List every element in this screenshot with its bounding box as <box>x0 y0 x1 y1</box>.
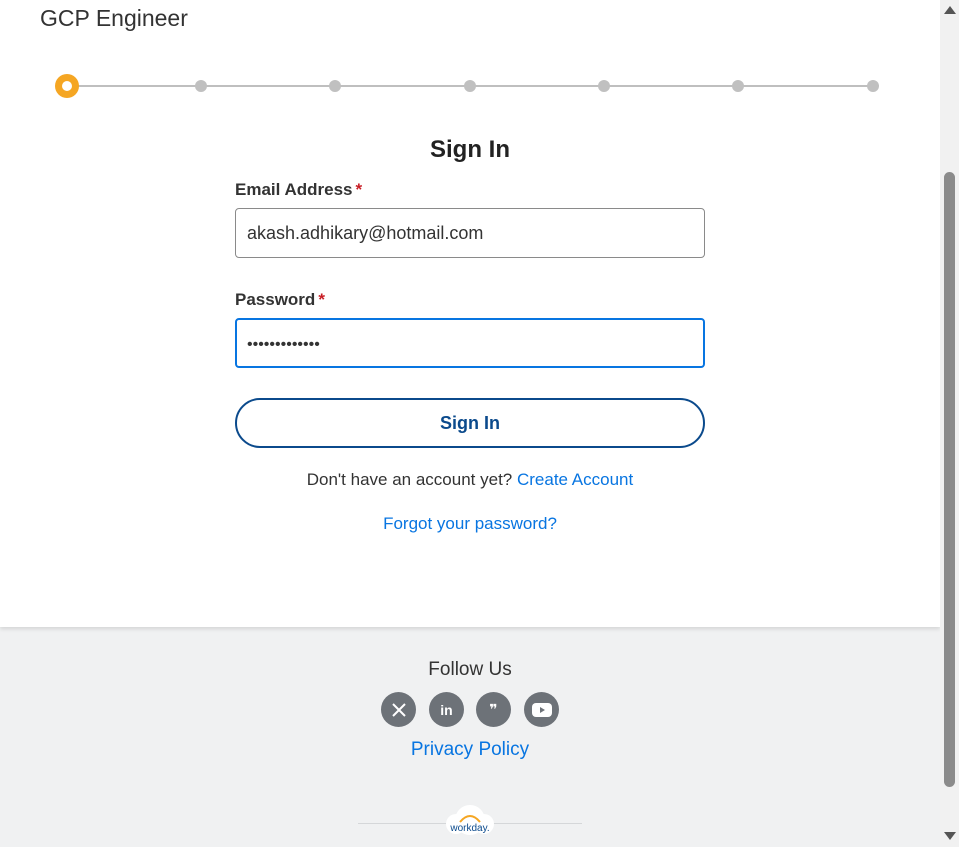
privacy-row: Privacy Policy <box>0 739 940 761</box>
x-icon[interactable] <box>381 692 416 727</box>
step-1-current <box>55 74 79 98</box>
email-label-text: Email Address <box>235 180 353 199</box>
x-glyph <box>391 702 406 717</box>
job-title: GCP Engineer <box>40 5 188 31</box>
create-account-link[interactable]: Create Account <box>517 470 633 489</box>
follow-us-heading: Follow Us <box>428 659 512 680</box>
vertical-scrollbar[interactable] <box>940 0 959 847</box>
workday-logo-text: workday. <box>449 823 489 834</box>
email-input[interactable]: akash.adhikary@hotmail.com <box>235 208 705 258</box>
workday-logo: workday. <box>446 805 494 835</box>
page-viewport: GCP Engineer Sign In Email Address * akas… <box>0 0 940 847</box>
linkedin-icon[interactable]: in <box>429 692 464 727</box>
password-input[interactable]: ••••••••••••• <box>235 318 705 368</box>
forgot-password-row: Forgot your password? <box>0 514 940 534</box>
step-3 <box>329 80 341 92</box>
signin-card: GCP Engineer Sign In Email Address * akas… <box>0 0 940 627</box>
step-7 <box>867 80 879 92</box>
step-5 <box>598 80 610 92</box>
linkedin-glyph: in <box>440 701 453 718</box>
youtube-icon[interactable] <box>524 692 559 727</box>
required-marker: * <box>355 180 363 199</box>
password-value: ••••••••••••• <box>247 336 320 353</box>
step-4 <box>464 80 476 92</box>
create-account-row: Don't have an account yet? Create Accoun… <box>0 470 940 490</box>
scroll-down-arrow-icon[interactable] <box>944 832 956 840</box>
email-value: akash.adhikary@hotmail.com <box>247 223 484 243</box>
progress-stepper <box>55 74 885 98</box>
no-account-text: Don't have an account yet? <box>306 470 513 489</box>
forgot-password-link[interactable]: Forgot your password? <box>383 514 557 533</box>
blog-icon[interactable]: ❞ <box>476 692 511 727</box>
step-2 <box>195 80 207 92</box>
required-marker: * <box>318 290 325 309</box>
privacy-policy-link[interactable]: Privacy Policy <box>411 739 529 760</box>
password-label: Password * <box>235 290 325 310</box>
scroll-up-arrow-icon[interactable] <box>944 6 956 14</box>
blog-glyph: ❞ <box>489 701 498 717</box>
password-label-text: Password <box>235 290 316 309</box>
youtube-glyph <box>531 702 552 717</box>
signin-heading: Sign In <box>430 136 510 163</box>
scroll-thumb[interactable] <box>944 172 955 787</box>
sign-in-button[interactable]: Sign In <box>235 398 705 448</box>
email-label: Email Address * <box>235 180 362 200</box>
social-links: in ❞ <box>381 692 561 728</box>
step-6 <box>732 80 744 92</box>
